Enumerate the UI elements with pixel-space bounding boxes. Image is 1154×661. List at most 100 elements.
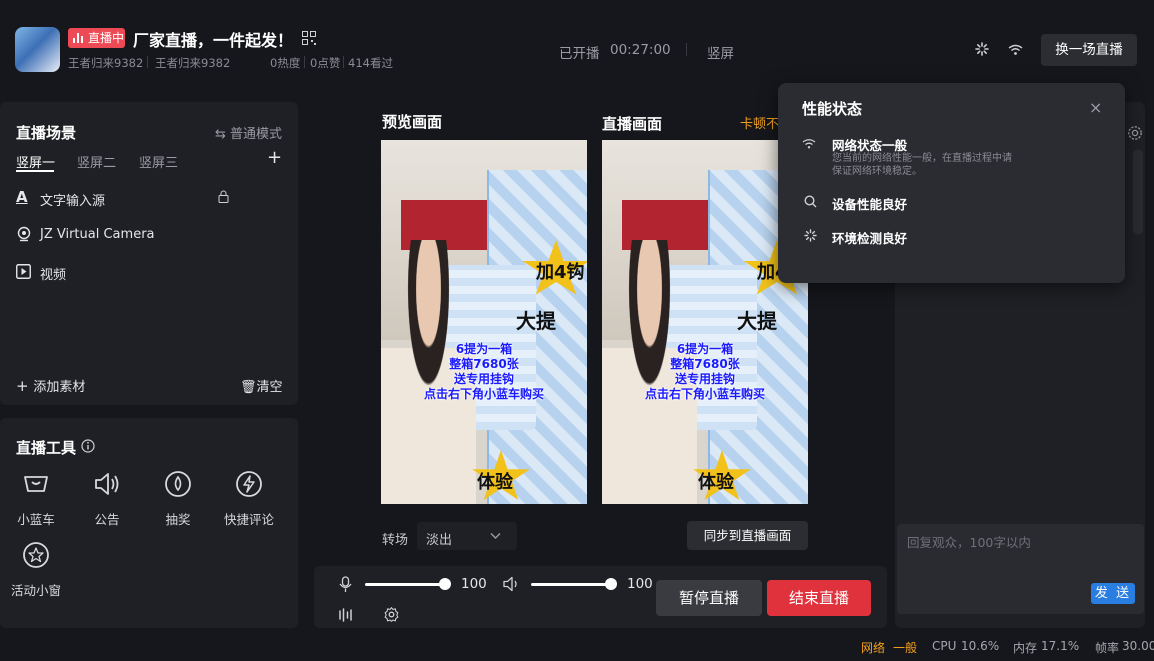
- settings-gear-icon[interactable]: [384, 607, 399, 622]
- divider: [147, 56, 148, 68]
- plus-icon: +: [16, 377, 34, 395]
- device-check-icon: [804, 195, 817, 208]
- overlay-line: 6提为一箱: [676, 342, 734, 356]
- speaker-icon[interactable]: [503, 576, 520, 592]
- send-button[interactable]: 发 送: [1091, 583, 1135, 604]
- sticker-experience-text: 体验: [698, 472, 734, 493]
- chevron-down-icon: [490, 533, 501, 539]
- speaker-volume-knob[interactable]: [605, 578, 617, 590]
- stream-title: 厂家直播，一件起发！: [133, 31, 294, 50]
- camera-source-icon: [17, 226, 31, 242]
- heat-count: 0热度: [270, 56, 301, 70]
- overlay-line: 整箱7680张: [670, 357, 740, 371]
- source-video[interactable]: 视频: [40, 264, 66, 283]
- tool-lottery-label[interactable]: 抽奖: [143, 509, 213, 528]
- wifi-icon[interactable]: [1008, 44, 1023, 56]
- mode-label: 普通模式: [230, 127, 283, 142]
- popup-title: 性能状态: [802, 100, 863, 118]
- tab-scene-1[interactable]: 竖屏一: [16, 152, 55, 171]
- tool-quick-comment-label[interactable]: 快捷评论: [214, 509, 284, 528]
- transition-select[interactable]: 淡出: [417, 522, 517, 550]
- live-timer: 00:27:00: [610, 42, 671, 58]
- switch-live-button[interactable]: 换一场直播: [1041, 34, 1137, 66]
- video-source-icon: [16, 264, 31, 279]
- network-label: 网络: [861, 641, 886, 655]
- sync-to-live-button[interactable]: 同步到直播画面: [687, 521, 808, 550]
- overlay-line: 送专用挂钩: [674, 372, 735, 386]
- live-status-badge: 直播中: [68, 28, 125, 48]
- source-camera[interactable]: JZ Virtual Camera: [40, 227, 155, 242]
- live-bars-icon: [73, 33, 84, 43]
- mic-volume-value: 100: [461, 576, 487, 592]
- scene-title: 直播场景: [16, 124, 77, 142]
- add-scene-icon[interactable]: +: [267, 147, 282, 168]
- text-source-icon: A: [16, 188, 28, 206]
- add-material-label: 添加素材: [33, 380, 86, 395]
- audio-mixer-icon[interactable]: [338, 608, 353, 622]
- device-status: 设备性能良好: [832, 197, 908, 212]
- tool-cart-label[interactable]: 小蓝车: [1, 509, 71, 528]
- activity-window-icon[interactable]: [22, 541, 50, 569]
- cpu-label: CPU: [932, 639, 957, 653]
- overlay-line: 整箱7680张: [449, 357, 519, 371]
- avatar[interactable]: [15, 27, 60, 72]
- speaker-volume-slider[interactable]: [531, 583, 611, 586]
- trash-icon: 🗑: [240, 380, 257, 395]
- mode-toggle[interactable]: ⇆ 普通模式: [215, 123, 282, 142]
- quick-comment-icon[interactable]: [235, 470, 263, 498]
- account-name-2: 王者归来9382: [155, 56, 231, 70]
- transition-label: 转场: [382, 533, 409, 548]
- close-icon[interactable]: ×: [1089, 98, 1102, 117]
- mic-volume-knob[interactable]: [439, 578, 451, 590]
- shopping-cart-icon[interactable]: [22, 470, 50, 498]
- preview-video[interactable]: 加4钩 大提 体验 6提为一箱 整箱7680张 送专用挂钩 点击右下角小蓝车购买: [381, 140, 587, 504]
- sticker-experience-text: 体验: [477, 472, 513, 493]
- info-icon[interactable]: [81, 439, 95, 453]
- microphone-icon[interactable]: [339, 576, 352, 593]
- active-tab-indicator: [16, 170, 54, 172]
- end-live-button[interactable]: 结束直播: [767, 580, 871, 616]
- orientation-label: 竖屏: [707, 46, 734, 62]
- performance-icon[interactable]: [975, 42, 989, 56]
- like-count: 0点赞: [310, 56, 341, 70]
- live-badge-label: 直播中: [88, 31, 125, 45]
- source-text-input[interactable]: 文字输入源: [40, 190, 105, 209]
- sticker-add-text: 加4钩: [536, 262, 585, 283]
- memory-value: 17.1%: [1041, 639, 1080, 653]
- lock-icon[interactable]: [218, 190, 229, 203]
- overlay-line: 点击右下角小蓝车购买: [423, 387, 544, 401]
- comment-settings-icon[interactable]: [1127, 125, 1143, 141]
- speaker-volume-value: 100: [627, 576, 653, 592]
- scene-panel: [0, 102, 298, 405]
- reply-placeholder: 回复观众，100字以内: [907, 535, 1031, 550]
- clear-label: 清空: [256, 380, 283, 395]
- clear-button[interactable]: 🗑清空: [240, 376, 283, 395]
- overlay-line: 送专用挂钩: [453, 372, 514, 386]
- memory-label: 内存: [1013, 641, 1038, 655]
- swap-icon: ⇆: [215, 127, 231, 142]
- cpu-value: 10.6%: [961, 639, 1000, 653]
- tool-activity-label[interactable]: 活动小窗: [1, 580, 71, 599]
- account-name: 王者归来9382: [68, 56, 144, 70]
- qr-code-icon[interactable]: [302, 31, 316, 45]
- lag-warning: 卡顿不: [740, 117, 780, 132]
- divider: [343, 56, 344, 68]
- mic-volume-slider[interactable]: [365, 583, 445, 586]
- comments-scrollbar[interactable]: [1133, 150, 1143, 234]
- lottery-icon[interactable]: [164, 470, 192, 498]
- environment-status: 环境检测良好: [832, 231, 908, 246]
- tab-scene-2[interactable]: 竖屏二: [77, 152, 116, 171]
- tab-scene-3[interactable]: 竖屏三: [139, 152, 178, 171]
- transition-value: 淡出: [426, 533, 453, 548]
- announcement-icon[interactable]: [93, 470, 121, 498]
- pause-live-button[interactable]: 暂停直播: [656, 580, 762, 616]
- fps-label: 帧率: [1095, 641, 1120, 655]
- tool-announcement-label[interactable]: 公告: [72, 509, 142, 528]
- view-count: 414看过: [348, 56, 393, 70]
- overlay-line: 6提为一箱: [455, 342, 513, 356]
- environment-icon: [804, 229, 817, 242]
- tools-title: 直播工具: [16, 439, 77, 457]
- preview-title: 预览画面: [382, 113, 443, 131]
- overlay-line: 点击右下角小蓝车购买: [644, 387, 765, 401]
- add-material-button[interactable]: + 添加素材: [16, 376, 85, 395]
